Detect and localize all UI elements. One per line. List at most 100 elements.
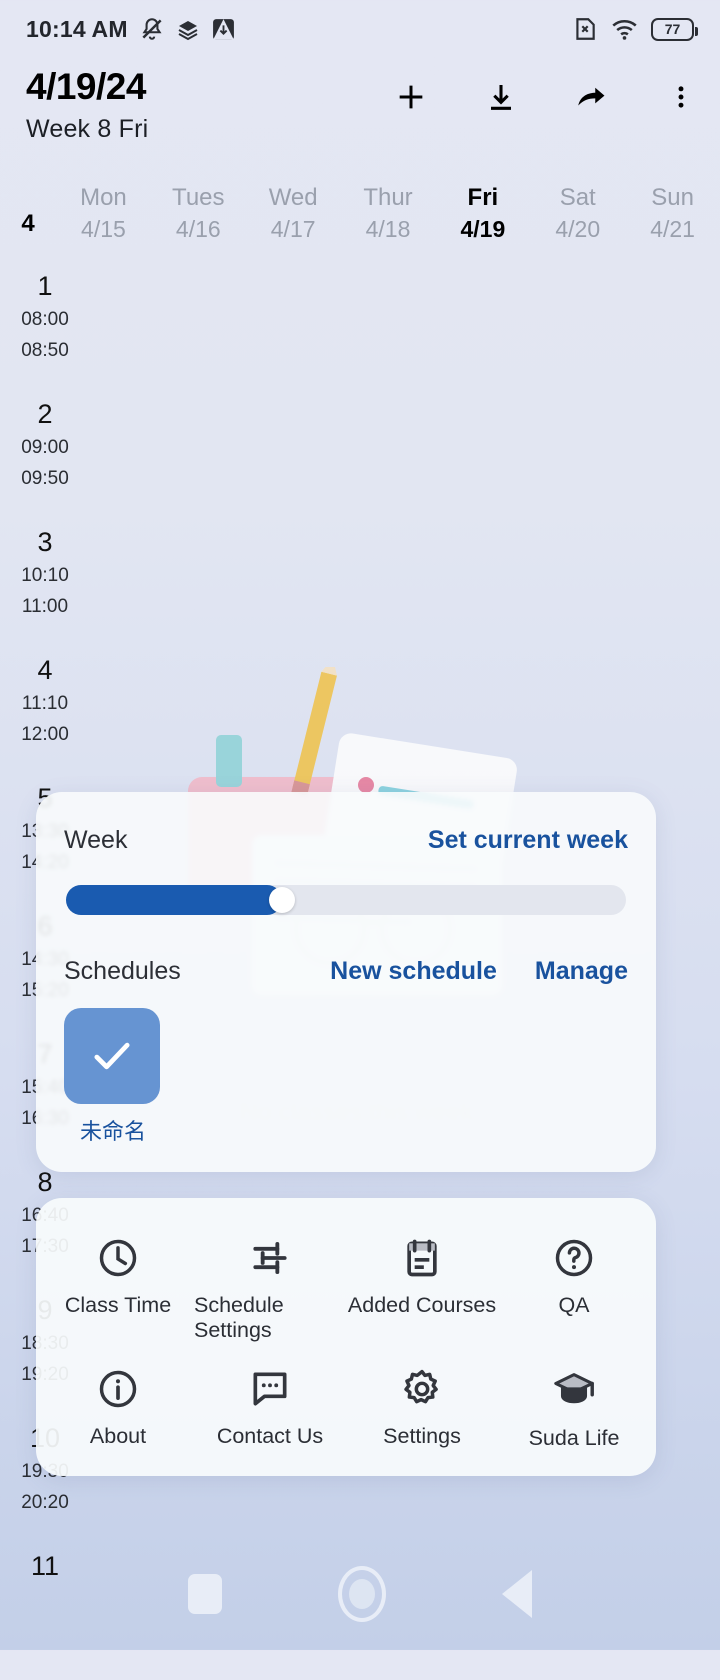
menu-row-2: About Contact Us Settings Suda Life xyxy=(42,1355,650,1463)
schedules-row-actions: New schedule Manage xyxy=(330,957,628,986)
period-start: 11:10 xyxy=(21,692,69,714)
day-date: 4/21 xyxy=(650,216,695,243)
menu-item-class-time[interactable]: Class Time xyxy=(42,1224,194,1355)
period-row: 2 09:00 09:50 xyxy=(0,399,90,528)
period-number: 4 xyxy=(37,655,53,685)
day-name: Fri xyxy=(467,184,499,211)
period-start: 08:00 xyxy=(21,308,69,330)
period-end: 11:00 xyxy=(21,596,69,618)
menu-item-suda-life[interactable]: Suda Life xyxy=(498,1355,650,1463)
day-date: 4/19 xyxy=(460,216,506,243)
wifi-icon xyxy=(612,19,637,40)
menu-item-label: Schedule Settings xyxy=(194,1293,284,1342)
gear-icon xyxy=(404,1369,438,1404)
period-row: 1 08:00 08:50 xyxy=(0,271,90,400)
day-date: 4/15 xyxy=(81,216,126,243)
day-date: 4/17 xyxy=(270,216,316,243)
week-slider[interactable] xyxy=(66,885,626,915)
battery-icon: 77 xyxy=(651,17,698,41)
week-schedule-dialog: Week Set current week Schedules New sche… xyxy=(36,792,656,1172)
menu-item-label: Added Courses xyxy=(347,1293,497,1317)
period-end: 08:50 xyxy=(21,340,69,362)
day-column-wed[interactable]: Wed 4/17 xyxy=(246,182,341,245)
period-start: 09:00 xyxy=(21,436,69,458)
week-slider-knob[interactable] xyxy=(268,887,295,913)
menu-item-about[interactable]: About xyxy=(42,1355,194,1463)
day-name: Tues xyxy=(172,184,225,211)
manage-button[interactable]: Manage xyxy=(535,957,628,986)
share-icon[interactable] xyxy=(574,80,608,114)
period-number: 2 xyxy=(37,399,53,429)
schedule-name: 未命名 xyxy=(79,1119,146,1144)
status-bar-left: 10:14 AM xyxy=(26,16,236,43)
app-icon xyxy=(212,18,234,40)
menu-item-label: QA xyxy=(558,1293,590,1317)
status-bar-clock: 10:14 AM xyxy=(26,15,128,42)
day-column-sun[interactable]: Sun 4/21 xyxy=(625,182,720,245)
day-date: 4/18 xyxy=(365,216,411,243)
mute-vibrate-icon xyxy=(142,18,162,40)
more-vertical-icon[interactable] xyxy=(664,80,698,114)
menu-item-qa[interactable]: QA xyxy=(498,1224,650,1355)
day-column-mon[interactable]: Mon 4/15 xyxy=(56,182,151,245)
set-current-week-button[interactable]: Set current week xyxy=(428,826,628,855)
status-bar: 10:14 AM 77 xyxy=(0,0,720,58)
header-subtitle: Week 8 Fri xyxy=(26,114,149,143)
menu-item-label: Settings xyxy=(383,1424,461,1448)
day-name: Wed xyxy=(268,184,318,211)
period-number: 8 xyxy=(37,1167,53,1197)
question-circle-icon xyxy=(555,1239,593,1277)
note-icon xyxy=(407,1239,437,1277)
week-strip: 4 Mon 4/15 Tues 4/16 Wed 4/17 Thur 4/18 … xyxy=(0,168,720,263)
sliders-icon xyxy=(253,1241,287,1275)
new-schedule-button[interactable]: New schedule xyxy=(330,957,497,986)
home-circle-icon[interactable] xyxy=(338,1566,386,1622)
day-column-thur[interactable]: Thur 4/18 xyxy=(341,182,436,245)
day-column-sat[interactable]: Sat 4/20 xyxy=(530,182,625,245)
menu-item-label: Contact Us xyxy=(216,1424,324,1448)
recents-square-icon[interactable] xyxy=(188,1574,222,1614)
menu-row-1: Class Time Schedule Settings Added Cours… xyxy=(42,1224,650,1355)
schedule-selected-tile[interactable] xyxy=(64,1008,160,1104)
graduation-cap-icon xyxy=(554,1373,594,1404)
period-number: 3 xyxy=(37,527,53,557)
period-row: 4 11:10 12:00 xyxy=(0,655,90,784)
schedules-row: Schedules New schedule Manage xyxy=(64,957,628,986)
app-header: 4/19/24 Week 8 Fri xyxy=(0,58,720,168)
period-end: 09:50 xyxy=(21,468,69,490)
menu-item-label: Class Time xyxy=(64,1293,172,1317)
header-actions xyxy=(394,80,698,114)
day-date: 4/16 xyxy=(175,216,221,243)
back-triangle-icon[interactable] xyxy=(502,1570,532,1618)
menu-item-added-courses[interactable]: Added Courses xyxy=(346,1224,498,1355)
chat-icon xyxy=(253,1372,287,1406)
period-number: 1 xyxy=(37,271,53,301)
menu-item-label: About xyxy=(89,1424,147,1448)
menu-item-label: Suda Life xyxy=(528,1426,620,1450)
period-end: 12:00 xyxy=(21,724,69,746)
day-name: Sun xyxy=(651,184,694,211)
week-label: Week xyxy=(64,826,128,854)
day-column-tues[interactable]: Tues 4/16 xyxy=(151,182,246,245)
android-nav-bar xyxy=(0,1538,720,1650)
status-bar-right: 77 xyxy=(572,16,698,43)
day-date: 4/20 xyxy=(555,216,601,243)
layers-icon xyxy=(178,21,198,41)
sim-disabled-icon xyxy=(576,18,595,40)
week-row-actions: Set current week xyxy=(428,826,628,855)
battery-percent: 77 xyxy=(664,21,681,37)
add-icon[interactable] xyxy=(394,80,428,114)
schedule-item[interactable]: 未命名 xyxy=(64,1008,162,1146)
check-icon xyxy=(94,1042,130,1070)
day-name: Thur xyxy=(363,184,413,211)
period-row: 3 10:10 11:00 xyxy=(0,527,90,656)
menu-item-settings[interactable]: Settings xyxy=(346,1355,498,1463)
week-slider-fill xyxy=(66,885,282,915)
menu-item-contact-us[interactable]: Contact Us xyxy=(194,1355,346,1463)
info-circle-icon xyxy=(99,1370,137,1408)
week-number: 4 xyxy=(21,210,35,237)
menu-item-schedule-settings[interactable]: Schedule Settings xyxy=(194,1224,346,1355)
schedules-label: Schedules xyxy=(64,957,181,985)
day-column-fri[interactable]: Fri 4/19 xyxy=(435,182,530,245)
download-icon[interactable] xyxy=(484,80,518,114)
